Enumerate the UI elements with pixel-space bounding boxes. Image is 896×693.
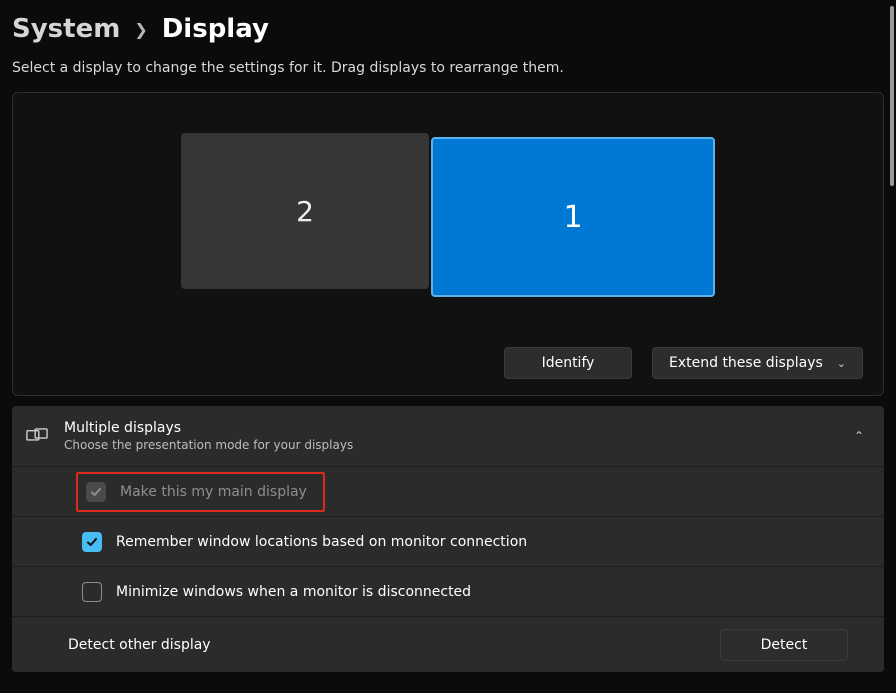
page-title: Display [162, 14, 269, 44]
breadcrumb-parent[interactable]: System [12, 14, 120, 44]
display-mode-selected: Extend these displays [669, 355, 823, 371]
multiple-displays-header[interactable]: Multiple displays Choose the presentatio… [12, 406, 884, 466]
expander-texts: Multiple displays Choose the presentatio… [64, 420, 838, 452]
chevron-down-icon: ⌄ [837, 357, 846, 370]
option-label-minimize-disconnect: Minimize windows when a monitor is disco… [116, 584, 471, 600]
option-row-remember-locations[interactable]: Remember window locations based on monit… [12, 516, 884, 566]
checkbox-minimize-disconnect[interactable] [82, 582, 102, 602]
display-arrangement-canvas[interactable]: 2 1 [33, 133, 863, 297]
identify-button[interactable]: Identify [504, 347, 632, 379]
multiple-displays-expander: Multiple displays Choose the presentatio… [12, 406, 884, 672]
display-settings-page: System ❯ Display Select a display to cha… [0, 0, 896, 672]
option-label-main-display: Make this my main display [120, 484, 307, 500]
arrangement-actions: Identify Extend these displays ⌄ [33, 347, 863, 379]
detect-label: Detect other display [68, 637, 211, 653]
checkbox-main-display [86, 482, 106, 502]
chevron-right-icon: ❯ [134, 20, 147, 39]
display-mode-dropdown[interactable]: Extend these displays ⌄ [652, 347, 863, 379]
breadcrumb: System ❯ Display [12, 14, 884, 44]
expander-subtitle: Choose the presentation mode for your di… [64, 438, 838, 452]
monitor-1-selected[interactable]: 1 [431, 137, 715, 297]
option-row-minimize-disconnect[interactable]: Minimize windows when a monitor is disco… [12, 566, 884, 616]
checkbox-remember-locations[interactable] [82, 532, 102, 552]
chevron-up-icon: ⌃ [854, 429, 864, 443]
detect-other-display-row: Detect other display Detect [12, 616, 884, 672]
option-row-main-display: Make this my main display [12, 466, 884, 516]
display-arrangement-card: 2 1 Identify Extend these displays ⌄ [12, 92, 884, 396]
expander-title: Multiple displays [64, 420, 838, 436]
displays-icon [26, 428, 48, 444]
highlighted-option: Make this my main display [76, 472, 325, 512]
detect-button[interactable]: Detect [720, 629, 848, 661]
monitor-2[interactable]: 2 [181, 133, 429, 289]
page-subtitle: Select a display to change the settings … [12, 60, 884, 76]
scrollbar[interactable] [890, 6, 894, 186]
option-label-remember-locations: Remember window locations based on monit… [116, 534, 527, 550]
